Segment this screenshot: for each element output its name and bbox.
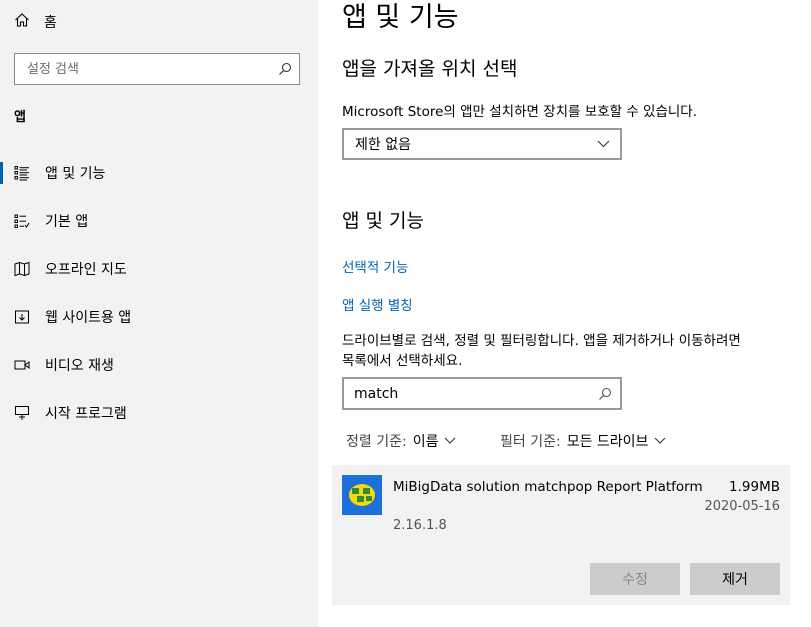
optional-features-link[interactable]: 선택적 기능 <box>342 256 408 276</box>
default-apps-icon <box>13 213 31 229</box>
sidebar-item-label: 앱 및 기능 <box>45 166 106 182</box>
sidebar: 홈 앱 앱 및 기능 기본 앱 <box>0 0 318 627</box>
filter-by-value: 모든 드라이브 <box>566 434 649 450</box>
apps-features-section-title: 앱 및 기능 <box>342 210 424 232</box>
page-title: 앱 및 기능 <box>342 2 459 33</box>
filter-description-line1: 드라이브별로 검색, 정렬 및 필터링합니다. 앱을 제거하거나 이동하려면 <box>342 333 741 349</box>
sort-by-label: 정렬 기준: <box>346 434 407 450</box>
filter-description-line2: 목록에서 선택하세요. <box>342 353 463 369</box>
app-version: 2.16.1.8 <box>393 518 447 533</box>
chevron-down-icon <box>444 433 456 449</box>
startup-icon <box>13 405 31 421</box>
search-icon[interactable] <box>271 62 299 76</box>
search-icon[interactable] <box>590 387 620 401</box>
install-source-title: 앱을 가져올 위치 선택 <box>342 58 518 80</box>
dropdown-value: 제한 없음 <box>355 137 411 153</box>
install-source-description: Microsoft Store의 앱만 설치하면 장치를 보호할 수 있습니다. <box>342 104 698 120</box>
sort-by-dropdown[interactable]: 정렬 기준: 이름 <box>346 431 456 451</box>
sidebar-item-video-playback[interactable]: 비디오 재생 <box>0 347 318 383</box>
app-logo-icon <box>342 475 382 515</box>
app-size: 1.99MB <box>729 479 780 495</box>
sidebar-item-label: 웹 사이트용 앱 <box>45 310 132 326</box>
app-list-item[interactable]: MiBigData solution matchpop Report Platf… <box>332 465 790 605</box>
app-execution-aliases-link[interactable]: 앱 실행 별칭 <box>342 294 413 314</box>
sidebar-item-label: 비디오 재생 <box>45 358 114 374</box>
sort-by-value: 이름 <box>412 434 439 450</box>
modify-button[interactable]: 수정 <box>590 563 680 595</box>
home-nav-item[interactable]: 홈 <box>14 10 57 34</box>
sidebar-item-label: 오프라인 지도 <box>45 262 127 278</box>
video-playback-icon <box>13 357 31 373</box>
apps-features-icon <box>13 165 31 181</box>
sidebar-item-apps-for-websites[interactable]: 웹 사이트용 앱 <box>0 299 318 335</box>
app-name: MiBigData solution matchpop Report Platf… <box>393 479 703 495</box>
offline-maps-icon <box>13 261 31 277</box>
filter-by-dropdown[interactable]: 필터 기준: 모든 드라이브 <box>500 431 666 451</box>
settings-search-input[interactable] <box>15 61 271 77</box>
apps-for-websites-icon <box>13 309 31 325</box>
sidebar-item-label: 시작 프로그램 <box>45 406 127 422</box>
install-source-dropdown[interactable]: 제한 없음 <box>342 128 622 160</box>
sidebar-item-offline-maps[interactable]: 오프라인 지도 <box>0 251 318 287</box>
app-search-input[interactable] <box>344 385 590 402</box>
chevron-down-icon <box>597 136 610 152</box>
sidebar-item-startup[interactable]: 시작 프로그램 <box>0 395 318 431</box>
home-icon <box>14 12 30 32</box>
sidebar-item-default-apps[interactable]: 기본 앱 <box>0 203 318 239</box>
settings-search-box[interactable] <box>14 53 300 85</box>
uninstall-button[interactable]: 제거 <box>690 563 780 595</box>
section-title: 앱 <box>14 110 26 125</box>
sidebar-item-label: 기본 앱 <box>45 214 89 230</box>
app-install-date: 2020-05-16 <box>704 499 780 514</box>
sidebar-item-apps-features[interactable]: 앱 및 기능 <box>0 155 318 191</box>
home-label: 홈 <box>44 15 57 31</box>
filter-by-label: 필터 기준: <box>500 434 561 450</box>
chevron-down-icon <box>654 433 666 449</box>
main-content: 앱 및 기능 앱을 가져올 위치 선택 Microsoft Store의 앱만 … <box>318 0 811 627</box>
app-search-box[interactable] <box>342 377 622 410</box>
